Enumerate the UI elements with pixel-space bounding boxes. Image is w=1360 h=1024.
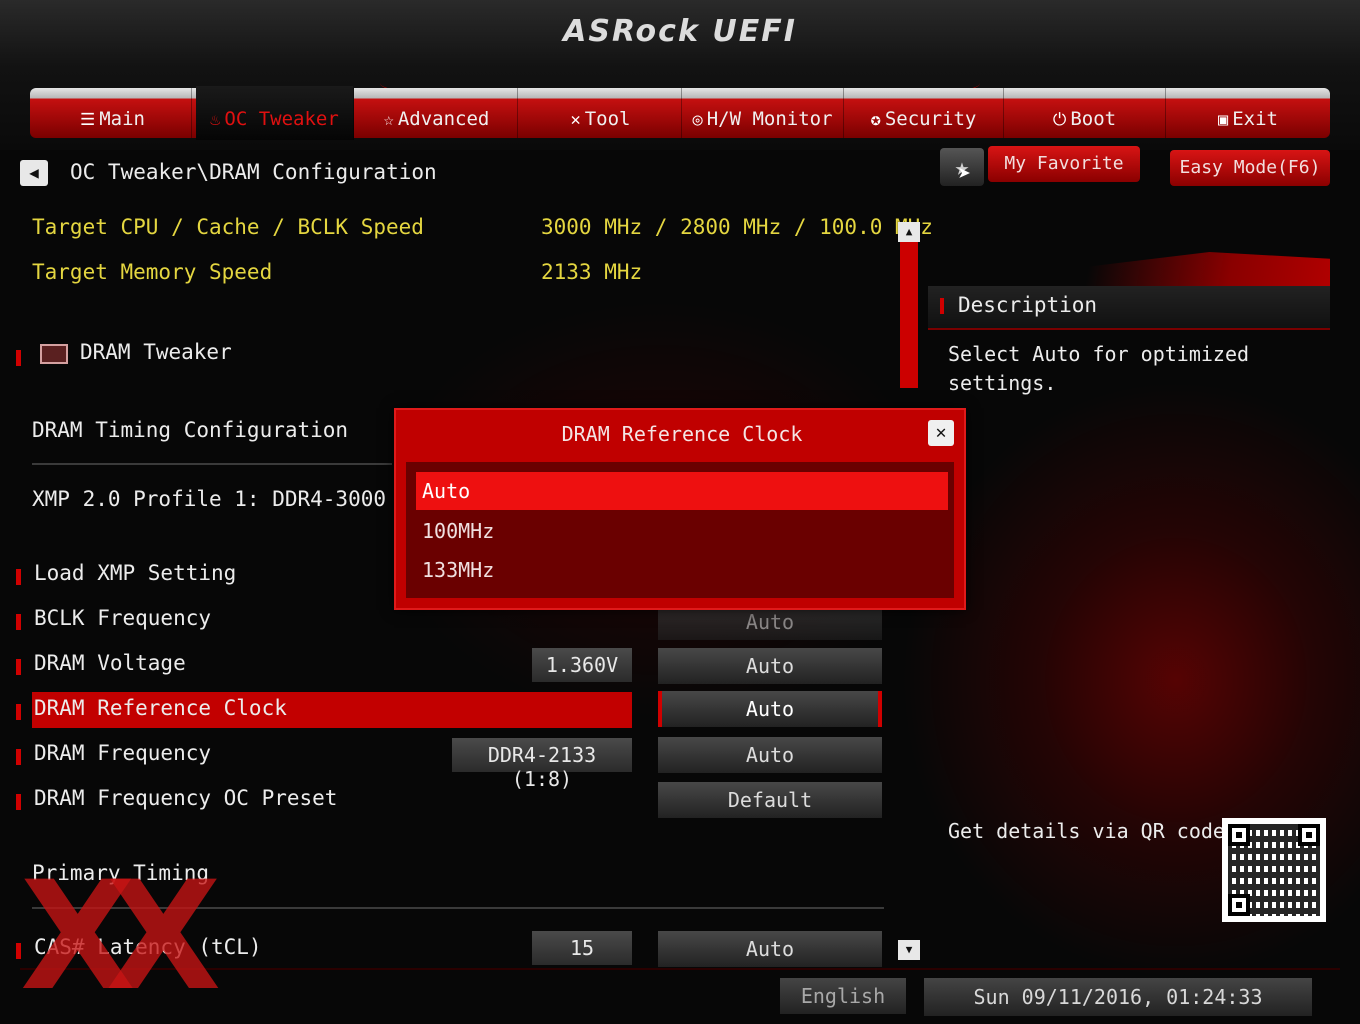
dram-reference-clock-label: DRAM Reference Clock <box>34 696 287 720</box>
xmp-profile-info: XMP 2.0 Profile 1: DDR4-3000 15-15 <box>32 487 392 511</box>
item-marker <box>16 614 21 630</box>
item-marker <box>16 659 21 675</box>
dram-voltage-value: 1.360V <box>532 648 632 682</box>
tab-security[interactable]: ✪ Security <box>844 88 1004 138</box>
item-marker <box>16 350 21 366</box>
breadcrumb: OC Tweaker\DRAM Configuration <box>70 160 437 184</box>
star-icon: ☆ <box>383 110 394 130</box>
back-arrow-icon: ◀ <box>29 163 39 182</box>
power-icon: ⏻ <box>1052 110 1067 130</box>
qr-code-image <box>1222 818 1326 922</box>
flame-icon: ♨ <box>210 110 221 130</box>
easy-mode-button[interactable]: Easy Mode(F6) <box>1170 150 1330 186</box>
tab-hw-monitor[interactable]: ◎ H/W Monitor <box>682 88 844 138</box>
back-button[interactable]: ◀ <box>20 160 48 186</box>
target-memory-value: 2133 MHz <box>541 260 643 284</box>
dram-reference-clock-dialog: DRAM Reference Clock ✕ Auto 100MHz 133MH… <box>394 408 966 610</box>
mouse-cursor-icon: ➤ <box>958 162 972 187</box>
target-memory-label: Target Memory Speed <box>32 260 273 284</box>
dram-frequency-oc-preset-option[interactable]: Default <box>658 782 882 818</box>
footer-divider <box>20 968 1340 970</box>
dram-tweaker-item[interactable]: DRAM Tweaker <box>80 340 232 364</box>
item-marker <box>16 749 21 765</box>
close-icon: ✕ <box>935 422 947 443</box>
item-marker <box>16 569 21 585</box>
tab-bar: ☰ Main ♨ OC Tweaker ☆ Advanced ✕ Tool ◎ H/W M… <box>30 86 1330 140</box>
option-100mhz[interactable]: 100MHz <box>416 512 948 550</box>
item-marker <box>16 704 21 720</box>
cas-latency-option[interactable]: Auto <box>658 931 882 967</box>
target-cpu-value: 3000 MHz / 2800 MHz / 100.0 MHz <box>541 215 933 239</box>
tab-main[interactable]: ☰ Main <box>34 88 192 138</box>
dram-frequency-option[interactable]: Auto <box>658 737 882 773</box>
description-header-decoration <box>928 252 1330 286</box>
dram-frequency-value: DDR4-2133 (1:8) <box>452 738 632 791</box>
option-133mhz[interactable]: 133MHz <box>416 551 948 589</box>
scroll-down-button[interactable]: ▼ <box>898 940 920 960</box>
option-auto[interactable]: Auto <box>416 472 948 510</box>
description-text: Select Auto for optimized settings. <box>948 342 1250 395</box>
target-cpu-label: Target CPU / Cache / BCLK Speed <box>32 215 424 239</box>
scrollbar-thumb[interactable] <box>900 242 918 388</box>
tab-advanced[interactable]: ☆ Advanced <box>356 88 518 138</box>
language-button[interactable]: English <box>780 978 906 1014</box>
list-icon: ☰ <box>79 110 96 130</box>
arrow-down-icon: ▼ <box>905 943 913 956</box>
load-xmp-setting-item[interactable]: Load XMP Setting <box>34 561 236 585</box>
dram-voltage-label: DRAM Voltage <box>34 651 186 675</box>
header: ASRock UEFI ☰ Main ♨ OC Tweaker ☆ Advanced … <box>0 0 1360 150</box>
dram-reference-clock-option[interactable]: Auto <box>658 691 882 727</box>
my-favorite-button[interactable]: My Favorite <box>988 146 1140 182</box>
qr-finder-pattern <box>1228 824 1250 846</box>
dram-voltage-option[interactable]: Auto <box>658 648 882 684</box>
watermark-logo: XX <box>20 850 221 1024</box>
section-divider <box>32 463 392 465</box>
tab-exit[interactable]: ▣ Exit <box>1166 88 1330 138</box>
tab-boot[interactable]: ⏻ Boot <box>1004 88 1166 138</box>
dram-frequency-label: DRAM Frequency <box>34 741 212 765</box>
qr-finder-pattern <box>1298 824 1320 846</box>
tab-tool[interactable]: ✕ Tool <box>520 88 682 138</box>
description-marker <box>940 298 944 314</box>
scroll-up-button[interactable]: ▲ <box>898 222 920 242</box>
arrow-up-icon: ▲ <box>905 225 913 238</box>
cas-latency-value: 15 <box>532 931 632 965</box>
section-dram-timing-configuration: DRAM Timing Configuration <box>32 418 349 442</box>
qr-finder-pattern <box>1228 894 1250 916</box>
dram-frequency-oc-preset-label: DRAM Frequency OC Preset <box>34 786 338 810</box>
asrock-uefi-logo: ASRock UEFI <box>563 14 797 49</box>
qr-code-label: Get details via QR code <box>948 819 1225 843</box>
exit-icon: ▣ <box>1217 110 1229 130</box>
close-button[interactable]: ✕ <box>928 420 954 446</box>
dialog-option-list: Auto 100MHz 133MHz <box>406 462 954 598</box>
security-icon: ✪ <box>870 110 881 130</box>
memory-module-icon <box>40 344 68 364</box>
dialog-title: DRAM Reference Clock <box>561 422 803 446</box>
item-marker <box>16 794 21 810</box>
monitor-icon: ◎ <box>692 110 703 130</box>
bclk-frequency-label: BCLK Frequency <box>34 606 212 630</box>
datetime-display: Sun 09/11/2016, 01:24:33 <box>924 978 1312 1016</box>
description-title: Description <box>958 293 1098 317</box>
tab-oc-tweaker[interactable]: ♨ OC Tweaker <box>196 86 354 140</box>
tools-icon: ✕ <box>570 110 581 130</box>
